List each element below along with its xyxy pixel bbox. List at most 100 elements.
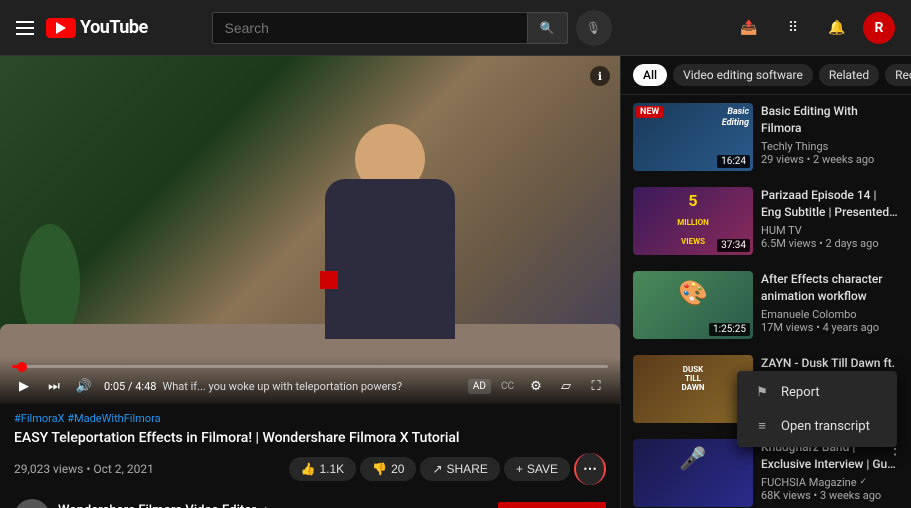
red-square-decoration <box>320 271 338 289</box>
card-title: Parizaad Episode 14 | Eng Subtitle | Pre… <box>761 187 899 221</box>
like-button[interactable]: 👍 1.1K <box>289 457 357 481</box>
card-views: 29 views • 2 weeks ago <box>761 153 899 166</box>
share-button[interactable]: ↗ SHARE <box>420 457 499 481</box>
nav-right: 📤 ⠿ 🔔 R <box>731 10 895 46</box>
report-menu-item[interactable]: ⚑ Report <box>737 375 897 409</box>
filter-tab-all[interactable]: All <box>633 64 667 86</box>
open-transcript-menu-item[interactable]: ≡ Open transcript <box>737 409 897 443</box>
progress-bar[interactable] <box>12 365 608 368</box>
filter-tab-video-editing[interactable]: Video editing software <box>673 64 813 86</box>
subscribe-button[interactable]: SUBSCRIBE <box>498 502 606 508</box>
youtube-logo-icon <box>46 18 76 38</box>
transcript-icon: ≡ <box>753 417 771 435</box>
search-bar: 🔍 🎙 <box>212 10 612 46</box>
save-button[interactable]: + SAVE <box>504 457 570 481</box>
more-options-button[interactable]: ⋯ <box>574 453 606 485</box>
card-title: After Effects character animation workfl… <box>761 271 899 305</box>
sidebar: All Video editing software Related Rec..… <box>620 56 911 508</box>
thumbnail-wrap: 🎤 <box>633 439 753 507</box>
channel-info: Wondershare Filmora Video Editor ✓ https… <box>58 503 490 508</box>
search-input[interactable] <box>225 20 515 36</box>
card-channel: FUCHSIA Magazine ✓ <box>761 476 899 489</box>
search-icon: 🔍 <box>540 21 555 35</box>
video-meta-row: 29,023 views • Oct 2, 2021 👍 1.1K 👎 20 ↗… <box>14 453 606 485</box>
top-navigation: YouTube 🔍 🎙 📤 ⠿ 🔔 R <box>0 0 911 56</box>
hamburger-menu-button[interactable] <box>16 21 34 35</box>
miniplayer-button[interactable]: ▱ <box>554 374 578 398</box>
card-meta: After Effects character animation workfl… <box>761 271 899 339</box>
nav-left: YouTube <box>16 17 148 38</box>
card-channel: Emanuele Colombo <box>761 308 899 321</box>
thumbnail-wrap: DUSKTILLDAWN <box>633 355 753 423</box>
video-player[interactable]: ℹ ▶ ⏭ 🔊 0:05 / 4:48 What if... you woke … <box>0 56 620 404</box>
settings-button[interactable]: ⚙ <box>524 374 548 398</box>
controls-row: ▶ ⏭ 🔊 0:05 / 4:48 What if... you woke up… <box>12 374 608 398</box>
progress-fill <box>12 365 22 368</box>
filter-tab-rec[interactable]: Rec... <box>885 64 911 86</box>
fullscreen-button[interactable]: ⛶ <box>584 374 608 398</box>
thumbnail-wrap: BasicEditing 16:24 NEW <box>633 103 753 171</box>
thumbnail-wrap: 5MILLIONVIEWS 37:34 <box>633 187 753 255</box>
ad-badge: AD <box>468 379 491 394</box>
time-display: 0:05 / 4:48 <box>104 380 156 393</box>
next-button[interactable]: ⏭ <box>42 374 66 398</box>
notifications-icon: 🔔 <box>828 20 845 36</box>
duration-badge: 1:25:25 <box>709 323 750 336</box>
upload-icon: 📤 <box>740 20 757 36</box>
video-title: EASY Teleportation Effects in Filmora! |… <box>14 429 606 447</box>
video-card[interactable]: 🎨 1:25:25 After Effects character animat… <box>621 263 911 347</box>
like-icon: 👍 <box>301 462 316 476</box>
search-button[interactable]: 🔍 <box>528 12 568 44</box>
video-card[interactable]: 🎤 Khudgharz Band | Exclusive Interview |… <box>621 431 911 508</box>
microphone-button[interactable]: 🎙 <box>576 10 612 46</box>
channel-row: 🎬 Wondershare Filmora Video Editor ✓ htt… <box>0 493 620 508</box>
action-buttons: 👍 1.1K 👎 20 ↗ SHARE + SAVE <box>289 453 607 485</box>
filter-tab-related[interactable]: Related <box>819 64 879 86</box>
video-info: #FilmoraX #MadeWithFilmora EASY Teleport… <box>0 404 620 493</box>
volume-button[interactable]: 🔊 <box>72 374 96 398</box>
more-options-inner: ⋯ <box>576 453 604 485</box>
notifications-button[interactable]: 🔔 <box>819 10 855 46</box>
person-body <box>325 179 455 339</box>
video-info-button[interactable]: ℹ <box>590 66 610 86</box>
thumbnail-wrap: 🎨 1:25:25 <box>633 271 753 339</box>
person-figure <box>310 124 470 344</box>
view-count: 29,023 views • Oct 2, 2021 <box>14 462 154 476</box>
account-avatar-button[interactable]: R <box>863 12 895 44</box>
video-section: ℹ ▶ ⏭ 🔊 0:05 / 4:48 What if... you woke … <box>0 56 620 508</box>
card-views: 68K views • 3 weeks ago <box>761 489 899 502</box>
mic-icon: 🎙 <box>586 21 601 35</box>
card-views: 17M views • 4 years ago <box>761 321 899 334</box>
dislike-button[interactable]: 👎 20 <box>360 457 416 481</box>
video-controls: ▶ ⏭ 🔊 0:05 / 4:48 What if... you woke up… <box>0 357 620 404</box>
card-channel: Techly Things <box>761 140 899 153</box>
report-label: Report <box>781 385 820 400</box>
more-dots-icon: ⋯ <box>583 461 597 477</box>
play-button[interactable]: ▶ <box>12 374 36 398</box>
video-thumbnail-4: DUSKTILLDAWN <box>633 355 753 423</box>
video-cards-list: BasicEditing 16:24 NEW Basic Editing Wit… <box>621 95 911 508</box>
context-menu: ⚑ Report ≡ Open transcript <box>737 371 897 447</box>
card-channel: HUM TV <box>761 224 899 237</box>
card-meta: Parizaad Episode 14 | Eng Subtitle | Pre… <box>761 187 899 255</box>
card-meta: Basic Editing With Filmora Techly Things… <box>761 103 899 171</box>
card-meta: Khudgharz Band | Exclusive Interview | G… <box>761 439 899 507</box>
channel-name: Wondershare Filmora Video Editor ✓ <box>58 503 490 508</box>
video-card[interactable]: BasicEditing 16:24 NEW Basic Editing Wit… <box>621 95 911 179</box>
what-if-text: What if... you woke up with teleportatio… <box>162 380 461 393</box>
new-badge: NEW <box>636 106 663 118</box>
apps-button[interactable]: ⠿ <box>775 10 811 46</box>
video-card[interactable]: 5MILLIONVIEWS 37:34 Parizaad Episode 14 … <box>621 179 911 263</box>
main-layout: ℹ ▶ ⏭ 🔊 0:05 / 4:48 What if... you woke … <box>0 56 911 508</box>
transcript-label: Open transcript <box>781 419 870 434</box>
video-thumbnail <box>0 56 620 404</box>
dislike-icon: 👎 <box>372 462 387 476</box>
video-thumbnail-5: 🎤 <box>633 439 753 507</box>
upload-button[interactable]: 📤 <box>731 10 767 46</box>
video-tag: #FilmoraX #MadeWithFilmora <box>14 412 606 425</box>
channel-avatar[interactable]: 🎬 <box>14 499 50 508</box>
youtube-logo[interactable]: YouTube <box>46 17 148 38</box>
save-icon: + <box>516 462 523 476</box>
cc-label[interactable]: CC <box>497 381 518 392</box>
avatar-initial: R <box>875 20 884 36</box>
